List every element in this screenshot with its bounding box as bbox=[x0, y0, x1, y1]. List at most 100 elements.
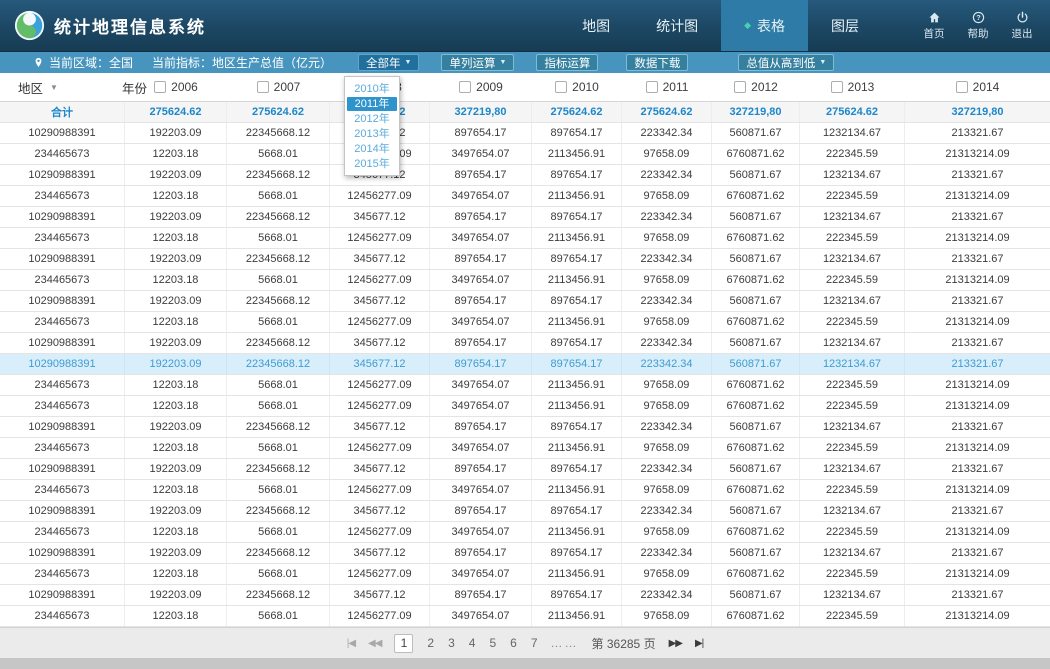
table-cell: 213321.67 bbox=[905, 165, 1050, 185]
toolbar-button-data-download[interactable]: 数据下载 bbox=[626, 54, 688, 71]
table-cell: 12456277.09 bbox=[330, 270, 430, 290]
util-exit[interactable]: 退出 bbox=[1004, 11, 1040, 41]
table-row[interactable]: 23446567312203.185668.0112456277.0934976… bbox=[0, 144, 1050, 165]
table-cell: 897654.17 bbox=[430, 165, 532, 185]
table-cell: 560871.67 bbox=[712, 291, 800, 311]
table-row[interactable]: 10290988391192203.0922345668.12345677.12… bbox=[0, 459, 1050, 480]
toolbar-button-indicator-calc[interactable]: 指标运算 bbox=[536, 54, 598, 71]
table-row[interactable]: 10290988391192203.0922345668.12345677.12… bbox=[0, 417, 1050, 438]
table-cell: 560871.67 bbox=[712, 501, 800, 521]
page-number[interactable]: 3 bbox=[448, 636, 455, 650]
table-row[interactable]: 23446567312203.185668.0112456277.0934976… bbox=[0, 480, 1050, 501]
table-row[interactable]: 23446567312203.185668.0112456277.0934976… bbox=[0, 438, 1050, 459]
util-home[interactable]: 首页 bbox=[916, 11, 952, 41]
year-checkbox[interactable] bbox=[459, 81, 471, 93]
table-cell: 22345668.12 bbox=[227, 543, 330, 563]
year-option[interactable]: 2013年 bbox=[347, 127, 397, 141]
page-number[interactable]: 5 bbox=[489, 636, 496, 650]
table-row[interactable]: 10290988391192203.0922345668.12345677.12… bbox=[0, 354, 1050, 375]
table-cell: 22345668.12 bbox=[227, 249, 330, 269]
table-cell: 223342.34 bbox=[622, 501, 712, 521]
table-cell: 6760871.62 bbox=[712, 564, 800, 584]
table-row[interactable]: 10290988391192203.0922345668.12345677.12… bbox=[0, 291, 1050, 312]
table-row[interactable]: 10290988391192203.0922345668.12345677.12… bbox=[0, 543, 1050, 564]
last-page-icon[interactable]: ▶| bbox=[695, 638, 703, 649]
table-cell: 10290988391 bbox=[0, 123, 125, 143]
table-row[interactable]: 23446567312203.185668.0112456277.0934976… bbox=[0, 396, 1050, 417]
table-row[interactable]: 10290988391192203.0922345668.12345677.12… bbox=[0, 585, 1050, 606]
year-option[interactable]: 2011年 bbox=[347, 97, 397, 111]
table-cell: 6760871.62 bbox=[712, 270, 800, 290]
table-row[interactable]: 10290988391192203.0922345668.12345677.12… bbox=[0, 333, 1050, 354]
year-checkbox[interactable] bbox=[734, 81, 746, 93]
table-row[interactable]: 10290988391192203.0922345668.12345677.12… bbox=[0, 501, 1050, 522]
year-checkbox[interactable] bbox=[646, 81, 658, 93]
table-cell: 345677.12 bbox=[330, 333, 430, 353]
table-cell: 345677.12 bbox=[330, 207, 430, 227]
year-checkbox[interactable] bbox=[831, 81, 843, 93]
util-help[interactable]: ?帮助 bbox=[960, 11, 996, 41]
table-row[interactable]: 23446567312203.185668.0112456277.0934976… bbox=[0, 312, 1050, 333]
nav-tab-chart[interactable]: 统计图 bbox=[633, 0, 721, 51]
page-number[interactable]: 1 bbox=[394, 634, 413, 653]
region-column-header[interactable]: 地区 ▼ bbox=[0, 73, 125, 101]
table-cell: 2113456.91 bbox=[532, 270, 622, 290]
table-cell: 222345.59 bbox=[800, 396, 905, 416]
page-number[interactable]: 7 bbox=[531, 636, 538, 650]
year-column-label: 2007 bbox=[274, 80, 301, 94]
table-body: 10290988391192203.0922345668.12345677.12… bbox=[0, 123, 1050, 627]
year-checkbox[interactable] bbox=[956, 81, 968, 93]
nav-tab-map[interactable]: 地图 bbox=[559, 0, 633, 51]
table-cell: 12203.18 bbox=[125, 144, 227, 164]
table-cell: 560871.67 bbox=[712, 333, 800, 353]
toolbar-button-sort-high-to-low[interactable]: 总值从高到低▼ bbox=[738, 54, 834, 71]
page-number[interactable]: 2 bbox=[427, 636, 434, 650]
table-cell: 12456277.09 bbox=[330, 522, 430, 542]
page-number[interactable]: 6 bbox=[510, 636, 517, 650]
table-cell: 897654.17 bbox=[532, 333, 622, 353]
table-row[interactable]: 10290988391192203.0922345668.12345677.12… bbox=[0, 123, 1050, 144]
year-option[interactable]: 2014年 bbox=[347, 142, 397, 156]
table-row[interactable]: 23446567312203.185668.0112456277.0934976… bbox=[0, 522, 1050, 543]
year-checkbox[interactable] bbox=[257, 81, 269, 93]
nav-tab-layers[interactable]: 图层 bbox=[808, 0, 882, 51]
table-row[interactable]: 23446567312203.185668.0112456277.0934976… bbox=[0, 606, 1050, 627]
table-header: 地区 ▼ 年份 20062007200820092010201120122013… bbox=[0, 73, 1050, 102]
table-row[interactable]: 23446567312203.185668.0112456277.0934976… bbox=[0, 228, 1050, 249]
table-row[interactable]: 23446567312203.185668.0112456277.0934976… bbox=[0, 270, 1050, 291]
first-page-icon[interactable]: |◀ bbox=[347, 638, 355, 649]
year-checkbox[interactable] bbox=[555, 81, 567, 93]
table-row[interactable]: 10290988391192203.0922345668.12345677.12… bbox=[0, 165, 1050, 186]
year-option[interactable]: 2015年 bbox=[347, 157, 397, 171]
table-cell: 5668.01 bbox=[227, 312, 330, 332]
table-cell: 5668.01 bbox=[227, 375, 330, 395]
next-page-icon[interactable]: ▶▶ bbox=[669, 638, 682, 649]
bottom-strip bbox=[0, 658, 1050, 669]
table-cell: 12456277.09 bbox=[330, 396, 430, 416]
table-cell: 560871.67 bbox=[712, 207, 800, 227]
year-column-header: 2014 bbox=[905, 73, 1050, 101]
table-cell: 97658.09 bbox=[622, 312, 712, 332]
pagination-bar: |◀ ◀◀ 1234567 …… 第 36285 页 ▶▶ ▶| bbox=[0, 627, 1050, 658]
table-row[interactable]: 23446567312203.185668.0112456277.0934976… bbox=[0, 375, 1050, 396]
table-cell: 3497654.07 bbox=[430, 606, 532, 626]
util-label: 帮助 bbox=[968, 26, 989, 41]
table-row[interactable]: 23446567312203.185668.0112456277.0934976… bbox=[0, 564, 1050, 585]
table-row[interactable]: 10290988391192203.0922345668.12345677.12… bbox=[0, 207, 1050, 228]
year-filter-button[interactable]: 全部年 ▼ bbox=[358, 54, 419, 71]
table-row[interactable]: 10290988391192203.0922345668.12345677.12… bbox=[0, 249, 1050, 270]
table-cell: 5668.01 bbox=[227, 396, 330, 416]
year-checkbox[interactable] bbox=[154, 81, 166, 93]
toolbar-button-single-column-calc[interactable]: 单列运算▼ bbox=[441, 54, 514, 71]
table-cell: 1232134.67 bbox=[800, 207, 905, 227]
prev-page-icon[interactable]: ◀◀ bbox=[368, 638, 381, 649]
year-column-header: 2010 bbox=[532, 73, 622, 101]
year-option[interactable]: 2012年 bbox=[347, 112, 397, 126]
nav-tab-table[interactable]: ◆表格 bbox=[721, 0, 808, 51]
year-option[interactable]: 2010年 bbox=[347, 82, 397, 96]
table-row[interactable]: 23446567312203.185668.0112456277.0934976… bbox=[0, 186, 1050, 207]
chevron-down-icon: ▼ bbox=[819, 59, 826, 66]
table-cell: 12203.18 bbox=[125, 312, 227, 332]
page-number[interactable]: 4 bbox=[469, 636, 476, 650]
table-cell: 345677.12 bbox=[330, 501, 430, 521]
